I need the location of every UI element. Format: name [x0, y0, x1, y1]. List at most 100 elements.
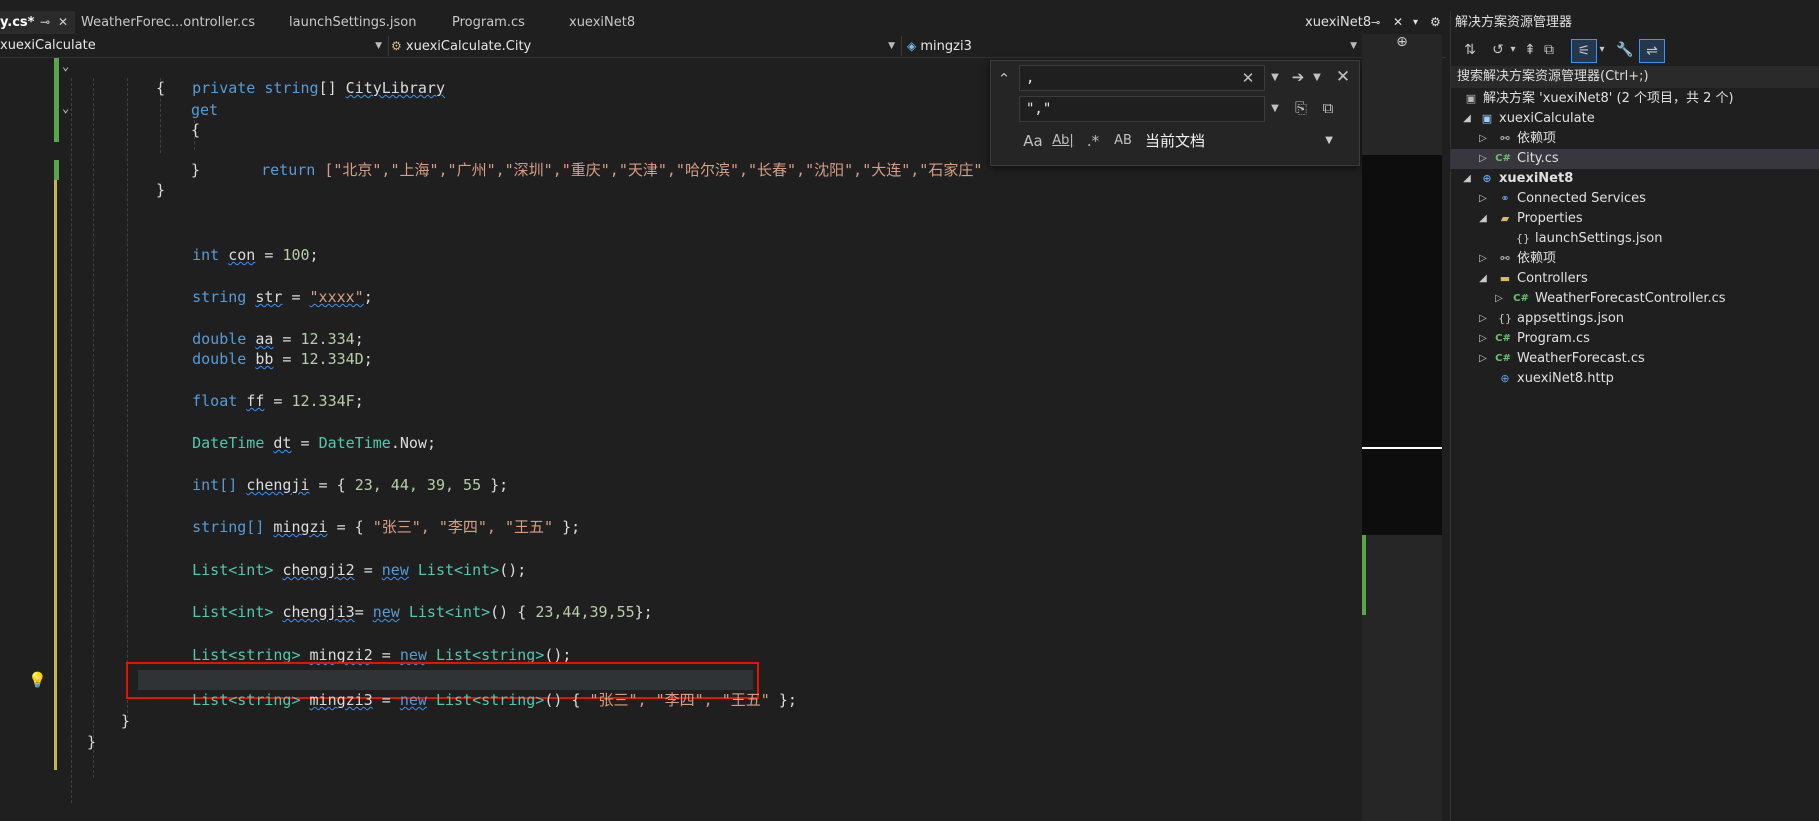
settings-icon[interactable]: ⚙ — [1430, 11, 1441, 34]
tree-item-label: xuexiNet8 — [1499, 171, 1574, 186]
whole-word-icon[interactable]: Ab| — [1051, 131, 1075, 151]
code-line: float ff = 12.334F; — [156, 371, 364, 410]
tab-program-cs[interactable]: Program.cs — [446, 11, 568, 34]
tab-label: y.cs* — [0, 15, 35, 30]
pin-icon[interactable]: ⊸ — [40, 11, 50, 34]
tab-weatherforecast-controller[interactable]: WeatherForec...ontroller.cs — [75, 11, 281, 34]
replace-input[interactable]: "," — [1019, 96, 1265, 122]
expanded-icon[interactable]: ◢ — [1461, 109, 1473, 129]
tree-item-label: WeatherForecast.cs — [1517, 351, 1645, 366]
code-line: { — [191, 120, 200, 140]
operator: = — [264, 392, 292, 410]
tab-launchsettings[interactable]: launchSettings.json — [283, 11, 451, 34]
tree-item-label: launchSettings.json — [1535, 231, 1663, 246]
find-input-value: , — [1026, 70, 1035, 86]
expanded-icon[interactable]: ◢ — [1477, 209, 1489, 229]
punctuation: }; — [481, 476, 509, 494]
type-dropdown[interactable]: ⚙ xuexiCalculate.City ▼ — [391, 36, 902, 56]
chevron-down-icon[interactable]: ▼ — [1268, 68, 1282, 88]
preserve-case-icon[interactable]: AB — [1111, 131, 1135, 151]
collapsed-icon[interactable]: ▷ — [1477, 189, 1489, 209]
code-line: double bb = 12.334D; — [156, 329, 373, 368]
properties-wrench-icon[interactable]: 🔧 — [1615, 39, 1635, 61]
chevron-down-icon[interactable]: ▼ — [1310, 68, 1324, 88]
collapse-icon[interactable]: ⌄ — [62, 101, 69, 115]
change-marker — [54, 58, 59, 142]
preserve-case-label: AB — [1114, 133, 1132, 148]
chevron-down-icon[interactable]: ▾ — [1507, 39, 1519, 61]
operator: = { — [327, 518, 373, 536]
tab-overflow-icon[interactable]: ▾ — [1413, 11, 1418, 34]
pin-icon[interactable]: ⊸ — [1371, 11, 1380, 34]
right-tab-xuexinet8[interactable]: xuexiNet8 — [1305, 11, 1371, 34]
history-icon[interactable]: ↺ — [1487, 39, 1509, 61]
find-next-icon[interactable]: ➔ — [1287, 67, 1309, 87]
close-icon[interactable]: ✕ — [58, 11, 68, 34]
tree-item-label: xuexiNet8.http — [1517, 371, 1614, 386]
tree-item-label: City.cs — [1517, 151, 1559, 166]
brace: } — [121, 712, 131, 730]
code-editor[interactable]: ⌄ ⌄ private string[] CityLibrary { get {… — [0, 58, 1362, 821]
tab-label: launchSettings.json — [289, 15, 417, 30]
copy-icon[interactable]: ⧉ — [1539, 39, 1559, 61]
collapse-all-icon[interactable]: ⇞ — [1521, 39, 1539, 61]
tree-item-city-cs[interactable]: ▷ C# City.cs — [1451, 149, 1819, 169]
tab-city-cs[interactable]: y.cs* ⊸ ✕ — [0, 11, 75, 34]
collapsed-icon[interactable]: ▷ — [1477, 249, 1489, 269]
brace: } — [156, 181, 166, 199]
identifier: con — [228, 246, 256, 264]
collapsed-icon[interactable]: ▷ — [1477, 129, 1489, 149]
replace-next-icon[interactable]: ⎘ — [1291, 98, 1311, 118]
punctuation: () { — [490, 603, 536, 621]
preview-icon[interactable]: ⇌ — [1639, 39, 1665, 63]
code-line: List<int> chengji3= new List<int>() { 23… — [156, 582, 653, 621]
brace: } — [87, 733, 97, 751]
keyword: private string — [192, 79, 319, 97]
csharp-file-icon: C# — [1495, 333, 1511, 344]
code-line: { — [156, 78, 165, 98]
type-keyword: int[] — [192, 476, 238, 494]
chevron-down-icon[interactable]: ▾ — [1597, 39, 1607, 61]
replace-all-icon[interactable]: ⧉ — [1318, 98, 1338, 118]
code-line: } — [87, 732, 96, 752]
collapse-icon[interactable]: ⌄ — [62, 59, 69, 73]
number-literal: 12.334D — [300, 350, 364, 368]
regex-icon[interactable]: .* — [1081, 131, 1105, 151]
minimap-viewport[interactable] — [1362, 155, 1442, 535]
collapsed-icon[interactable]: ▷ — [1477, 329, 1489, 349]
tab-label: WeatherForec...ontroller.cs — [81, 15, 256, 30]
clear-icon[interactable]: ✕ — [1241, 68, 1255, 88]
close-icon[interactable]: ✕ — [1333, 67, 1353, 87]
match-case-icon[interactable]: Aa — [1021, 131, 1045, 151]
properties-icon: ▰ — [1500, 212, 1510, 225]
expanded-icon[interactable]: ◢ — [1461, 169, 1473, 189]
punctuation: }; — [634, 603, 653, 621]
lightbulb-icon[interactable]: 💡 — [28, 670, 47, 690]
tree-item-label: 解决方案 'xuexiNet8' (2 个项目，共 2 个) — [1483, 91, 1734, 106]
keyword: new — [399, 691, 427, 709]
find-input[interactable]: , — [1019, 65, 1265, 91]
connected-services-icon: ⚭ — [1500, 192, 1510, 205]
collapsed-icon[interactable]: ▷ — [1477, 309, 1489, 329]
collapsed-icon[interactable]: ▷ — [1493, 289, 1505, 309]
punctuation: ; — [426, 434, 436, 452]
project-dropdown[interactable]: xuexiCalculate ▼ — [0, 36, 389, 56]
collapsed-icon[interactable]: ▷ — [1477, 149, 1489, 169]
close-icon[interactable]: ✕ — [1393, 11, 1403, 34]
caret-position-marker — [1362, 447, 1442, 449]
solution-search-input[interactable]: 搜索解决方案资源管理器(Ctrl+;) — [1451, 66, 1819, 88]
collapse-replace-icon[interactable]: ⌃ — [995, 69, 1013, 89]
search-scope-dropdown[interactable]: 当前文档 ▼ — [1145, 129, 1345, 153]
solution-search-placeholder: 搜索解决方案资源管理器(Ctrl+;) — [1457, 69, 1649, 84]
split-icon[interactable]: ⊕ — [1362, 34, 1442, 50]
identifier: CityLibrary — [345, 79, 445, 97]
switch-views-icon[interactable]: ⇅ — [1459, 39, 1481, 61]
filter-icon[interactable]: ⚟ — [1571, 39, 1597, 63]
chevron-down-icon[interactable]: ▼ — [1268, 99, 1282, 119]
expanded-icon[interactable]: ◢ — [1477, 269, 1489, 289]
collapsed-icon[interactable]: ▷ — [1477, 349, 1489, 369]
tab-xuexinet8[interactable]: xuexiNet8 — [563, 11, 681, 34]
type-keyword: string — [192, 288, 247, 306]
member-dropdown[interactable]: ◈ mingzi3 ▼ — [907, 36, 1364, 56]
document-tab-strip: y.cs* ⊸ ✕ WeatherForec...ontroller.cs la… — [0, 11, 1446, 34]
